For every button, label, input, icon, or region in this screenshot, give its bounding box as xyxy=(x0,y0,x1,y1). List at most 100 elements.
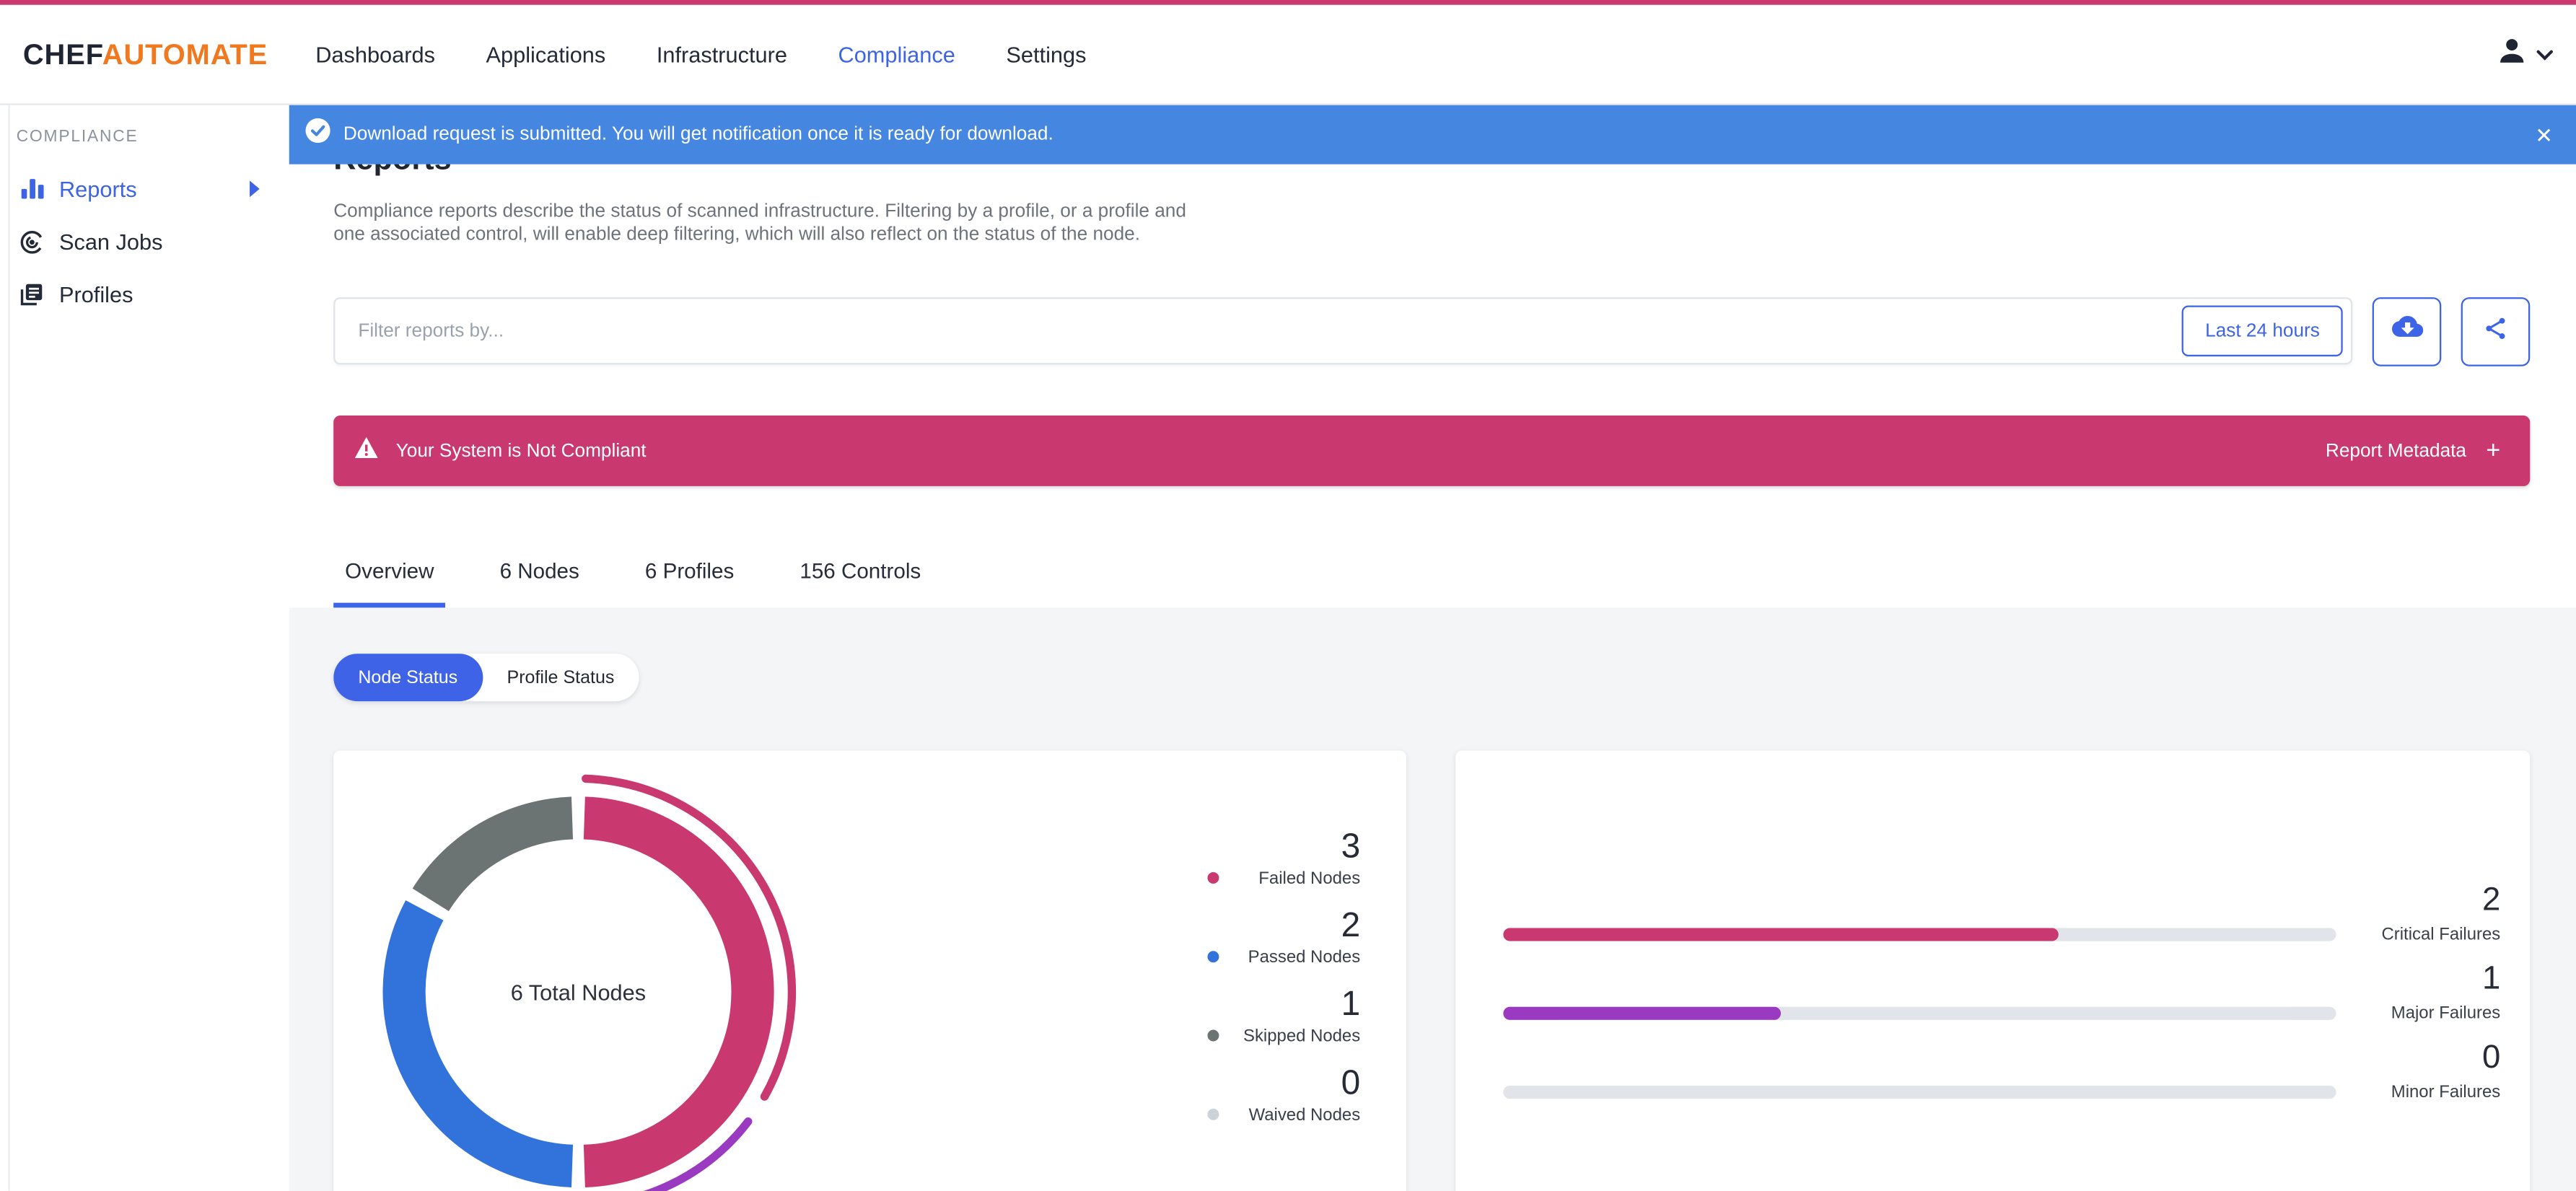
page-description-line1: Compliance reports describe the status o… xyxy=(333,202,1186,222)
plus-icon: + xyxy=(2486,436,2501,465)
bar-track xyxy=(1503,1006,2336,1020)
download-button[interactable] xyxy=(2372,297,2442,366)
chevron-down-icon xyxy=(2536,40,2553,69)
node-status-card: 6 Total Nodes 3 Failed Nodes 2 Passed Nodes… xyxy=(333,750,1406,1191)
report-metadata-label: Report Metadata xyxy=(2325,441,2466,461)
time-range-button[interactable]: Last 24 hours xyxy=(2182,305,2343,357)
legend-label: Waived Nodes xyxy=(1248,1104,1361,1125)
library-icon xyxy=(19,281,44,306)
app-logo[interactable]: CHEFAUTOMATE xyxy=(23,37,268,71)
sidebar-nav: Reports Scan Jobs Profiles xyxy=(0,162,289,320)
tab-6-profiles[interactable]: 6 Profiles xyxy=(634,558,745,607)
legend-value: 0 xyxy=(1341,1064,1361,1102)
legend-dot xyxy=(1207,951,1219,963)
main-content: Download request is submitted. You will … xyxy=(289,105,2576,1191)
tab-6-nodes[interactable]: 6 Nodes xyxy=(489,558,591,607)
donut-legend: 3 Failed Nodes 2 Passed Nodes 1 Skipped Nodes… xyxy=(1207,830,1360,1145)
radar-icon xyxy=(19,229,44,254)
report-tabs: Overview 6 Nodes 6 Profiles 156 Controls xyxy=(333,534,2530,608)
filter-reports-input[interactable] xyxy=(333,297,2353,365)
legend-item-waived-nodes: 0 Waived Nodes xyxy=(1207,1066,1360,1125)
bar-fill xyxy=(1503,928,2059,941)
legend-dot xyxy=(1207,1029,1219,1042)
legend-label: Passed Nodes xyxy=(1248,946,1361,967)
user-icon xyxy=(2495,34,2528,75)
legend-item-skipped-nodes: 1 Skipped Nodes xyxy=(1207,987,1360,1046)
legend-value: 1 xyxy=(1341,985,1361,1024)
overview-section: Node Status Profile Status 6 Total Nodes … xyxy=(289,607,2576,1191)
legend-label: Skipped Nodes xyxy=(1243,1025,1361,1046)
filter-input-wrap: Last 24 hours xyxy=(333,297,2353,365)
nav-item-infrastructure[interactable]: Infrastructure xyxy=(657,42,787,66)
legend-item-failed-nodes: 3 Failed Nodes xyxy=(1207,830,1360,889)
severity-bar-row-minor-failures: 0 Minor Failures xyxy=(1455,1040,2530,1118)
sidebar-item-profiles[interactable]: Profiles xyxy=(0,268,289,320)
cloud-download-icon xyxy=(2391,315,2423,348)
sidebar-item-reports[interactable]: Reports xyxy=(0,162,289,215)
warning-icon xyxy=(354,436,378,465)
legend-dot xyxy=(1207,1108,1219,1120)
bar-track xyxy=(1503,1085,2336,1099)
toggle-node-status[interactable]: Node Status xyxy=(333,654,483,702)
compliance-sidebar: COMPLIANCE Reports Scan Jobs Profiles xyxy=(0,105,289,1191)
sidebar-item-label: Reports xyxy=(58,176,137,201)
logo-automate: AUTOMATE xyxy=(102,37,268,70)
share-button[interactable] xyxy=(2461,297,2531,366)
report-metadata-button[interactable]: Report Metadata + xyxy=(2326,437,2500,465)
scrollbar-track xyxy=(8,105,10,1191)
navbar-right xyxy=(2495,34,2553,75)
caret-right-icon xyxy=(250,180,260,198)
cards-row: 6 Total Nodes 3 Failed Nodes 2 Passed Nodes… xyxy=(333,750,2531,1191)
sidebar-item-label: Scan Jobs xyxy=(58,229,163,254)
severity-bar-row-critical-failures: 2 Critical Failures xyxy=(1455,882,2530,961)
legend-dot xyxy=(1207,871,1219,884)
bar-chart-icon xyxy=(19,177,44,201)
tab-156-controls[interactable]: 156 Controls xyxy=(788,558,932,607)
share-icon xyxy=(2482,315,2508,349)
nav-item-settings[interactable]: Settings xyxy=(1006,42,1086,66)
main-nav: Dashboards Applications Infrastructure Comp… xyxy=(315,42,1137,66)
bar-label: Major Failures xyxy=(2391,1003,2501,1024)
legend-value: 3 xyxy=(1341,827,1361,866)
bar-fill xyxy=(1503,1006,1781,1020)
nav-item-applications[interactable]: Applications xyxy=(486,42,606,66)
severity-bars: 2 Critical Failures 1 Major Failures 0 Minor … xyxy=(1455,750,2530,1118)
legend-item-passed-nodes: 2 Passed Nodes xyxy=(1207,908,1360,967)
failure-severity-card: 2 Critical Failures 1 Major Failures 0 Minor … xyxy=(1455,750,2531,1191)
content-top: Reports Compliance reports describe the … xyxy=(289,105,2576,608)
page-description: Compliance reports describe the status o… xyxy=(333,201,2530,247)
bar-value: 2 xyxy=(2481,882,2501,918)
page: CHEFAUTOMATE Dashboards Applications Infra… xyxy=(0,0,2576,1191)
close-icon[interactable]: ✕ xyxy=(2535,124,2553,146)
alert-message: Your System is Not Compliant xyxy=(395,441,647,461)
check-circle-icon xyxy=(305,118,330,151)
nav-item-dashboards[interactable]: Dashboards xyxy=(315,42,435,66)
sidebar-item-scan-jobs[interactable]: Scan Jobs xyxy=(0,215,289,268)
toggle-profile-status[interactable]: Profile Status xyxy=(482,654,639,701)
brand-accent-bar xyxy=(0,0,2576,5)
page-description-line2: one associated control, will enable deep… xyxy=(333,224,1140,245)
bar-value: 0 xyxy=(2481,1040,2501,1076)
bar-value: 1 xyxy=(2481,960,2501,998)
bar-label: Minor Failures xyxy=(2391,1082,2501,1102)
notification-banner: Download request is submitted. You will … xyxy=(289,105,2576,164)
bar-track xyxy=(1503,928,2336,941)
severity-bar-row-major-failures: 1 Major Failures xyxy=(1455,961,2530,1040)
notification-message: Download request is submitted. You will … xyxy=(343,125,1053,145)
status-toggle: Node Status Profile Status xyxy=(333,654,639,702)
tab-overview[interactable]: Overview xyxy=(333,558,446,608)
legend-label: Failed Nodes xyxy=(1258,868,1361,888)
legend-value: 2 xyxy=(1341,906,1361,945)
donut-center-label: 6 Total Nodes xyxy=(510,980,647,1005)
compliance-alert: Your System is Not Compliant Report Meta… xyxy=(333,416,2531,486)
filter-row: Last 24 hours xyxy=(333,297,2531,366)
top-navbar: CHEFAUTOMATE Dashboards Applications Infra… xyxy=(0,4,2576,105)
app-body: COMPLIANCE Reports Scan Jobs Profiles Down… xyxy=(0,105,2576,1191)
logo-chef: CHEF xyxy=(22,37,102,70)
bar-label: Critical Failures xyxy=(2381,924,2501,945)
sidebar-section-label: COMPLIANCE xyxy=(16,128,139,146)
sidebar-item-label: Profiles xyxy=(58,281,133,307)
user-menu[interactable] xyxy=(2495,34,2553,75)
nav-item-compliance[interactable]: Compliance xyxy=(838,42,955,66)
node-status-donut: 6 Total Nodes xyxy=(349,762,809,1191)
